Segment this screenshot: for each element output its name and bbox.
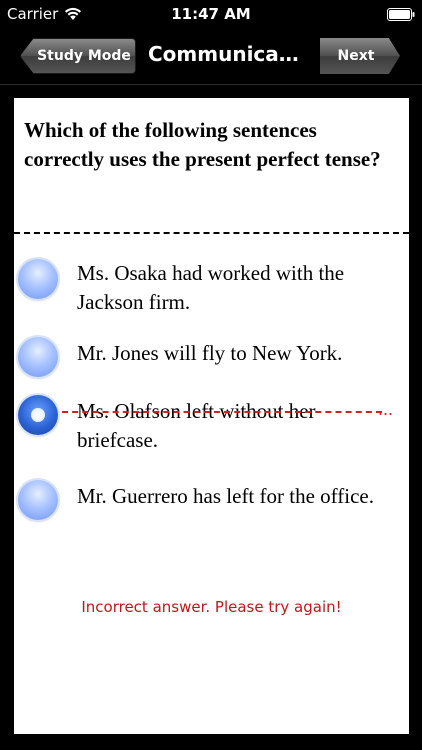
radio-button-4[interactable] — [18, 480, 58, 520]
answer-option-2[interactable]: Mr. Jones will fly to New York. — [14, 335, 409, 385]
question-text: Which of the following sentences correct… — [24, 118, 381, 171]
answer-option-4-text: Mr. Guerrero has left for the office. — [77, 484, 374, 508]
next-button[interactable]: Next — [320, 38, 400, 74]
incorrect-strikethrough — [62, 411, 382, 413]
radio-button-1[interactable] — [18, 259, 58, 299]
status-time: 11:47 AM — [171, 5, 251, 23]
radio-selected-dot — [31, 408, 45, 422]
question-panel: Which of the following sentences correct… — [14, 98, 409, 734]
answer-option-3[interactable]: Ms. Olafson left without her briefcase. … — [14, 393, 409, 463]
answer-option-3-text: Ms. Olafson left without her briefcase. — [77, 399, 316, 452]
study-mode-back-button[interactable]: Study Mode — [20, 38, 136, 74]
answer-option-1[interactable]: Ms. Osaka had worked with the Jackson fi… — [14, 255, 409, 325]
status-bar: Carrier 11:47 AM — [0, 0, 422, 28]
navigation-bar: Study Mode Communicati... Next — [0, 28, 422, 85]
question-divider — [14, 232, 409, 234]
answer-option-4[interactable]: Mr. Guerrero has left for the office. — [14, 478, 409, 548]
answer-option-1-text: Ms. Osaka had worked with the Jackson fi… — [77, 261, 345, 314]
feedback-message: Incorrect answer. Please try again! — [81, 598, 342, 616]
battery-icon — [387, 8, 415, 21]
answer-option-2-text: Mr. Jones will fly to New York. — [77, 341, 343, 365]
radio-button-2[interactable] — [18, 337, 58, 377]
strikethrough-ellipsis: ... — [378, 399, 394, 419]
page-title: Communicati... — [148, 42, 308, 66]
radio-button-3-selected[interactable] — [18, 395, 58, 435]
